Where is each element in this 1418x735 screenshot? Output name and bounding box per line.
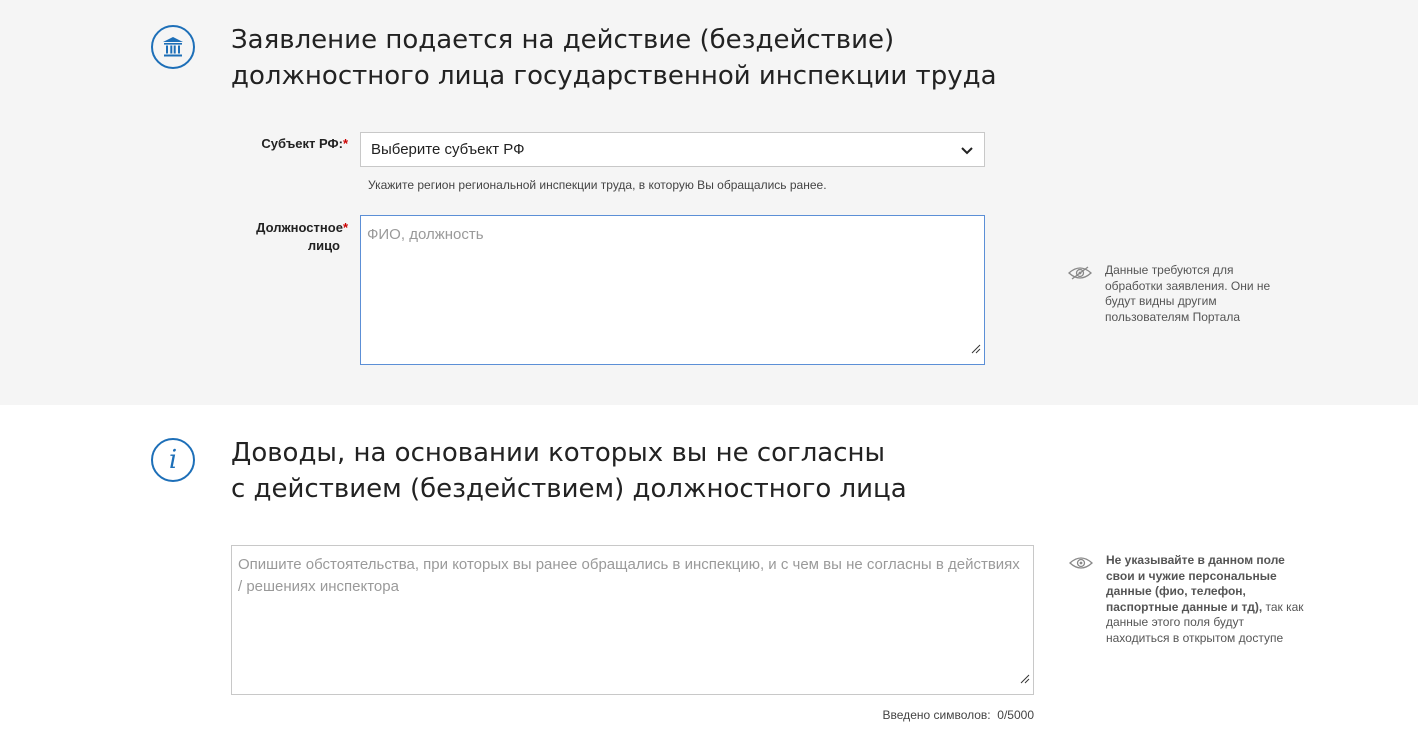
official-section: Заявление подается на действие (бездейст… xyxy=(0,0,1418,405)
arguments-placeholder: Опишите обстоятельства, при которых вы р… xyxy=(238,556,1020,595)
required-mark: * xyxy=(342,136,348,151)
privacy-note: Данные требуются для обработки заявления… xyxy=(1105,263,1271,324)
info-icon: i xyxy=(151,438,195,482)
official-placeholder: ФИО, должность xyxy=(367,226,484,243)
section-title-line-2: с действием (бездействием) должностного … xyxy=(231,474,907,504)
warning-bold-text: Не указывайте в данном поле свои и чужие… xyxy=(1106,553,1285,614)
official-textarea[interactable]: ФИО, должность xyxy=(360,215,985,365)
char-counter-label: Введено символов: xyxy=(882,708,991,722)
required-mark: * xyxy=(342,220,348,235)
personal-data-warning: Не указывайте в данном поле свои и чужие… xyxy=(1106,553,1306,646)
official-label-line-1: Должностное xyxy=(256,220,343,235)
eye-icon xyxy=(1069,555,1093,576)
subject-label-text: Субъект РФ: xyxy=(261,136,343,151)
chevron-down-icon xyxy=(960,143,974,161)
section-title: Заявление подается на действие (бездейст… xyxy=(231,22,997,94)
resize-handle-icon[interactable] xyxy=(971,339,981,361)
section-title: Доводы, на основании которых вы не согла… xyxy=(231,435,907,507)
institution-icon xyxy=(151,25,195,69)
official-label: Должностное* лицо xyxy=(240,219,348,255)
subject-select[interactable]: Выберите субъект РФ xyxy=(360,132,985,167)
section-title-line-2: должностного лица государственной инспек… xyxy=(231,61,997,91)
eye-icon xyxy=(1068,265,1092,286)
subject-hint: Укажите регион региональной инспекции тр… xyxy=(368,178,827,192)
subject-select-value: Выберите субъект РФ xyxy=(371,141,525,158)
char-counter-value: 0/5000 xyxy=(997,708,1034,722)
arguments-section: i Доводы, на основании которых вы не сог… xyxy=(0,405,1418,735)
subject-label: Субъект РФ:* xyxy=(240,135,348,153)
arguments-textarea[interactable]: Опишите обстоятельства, при которых вы р… xyxy=(231,545,1034,695)
official-label-line-2: лицо xyxy=(307,238,340,253)
section-title-line-1: Заявление подается на действие (бездейст… xyxy=(231,25,895,55)
section-title-line-1: Доводы, на основании которых вы не согла… xyxy=(231,438,886,468)
char-counter: Введено символов: 0/5000 xyxy=(883,708,1034,722)
resize-handle-icon[interactable] xyxy=(1020,669,1030,691)
